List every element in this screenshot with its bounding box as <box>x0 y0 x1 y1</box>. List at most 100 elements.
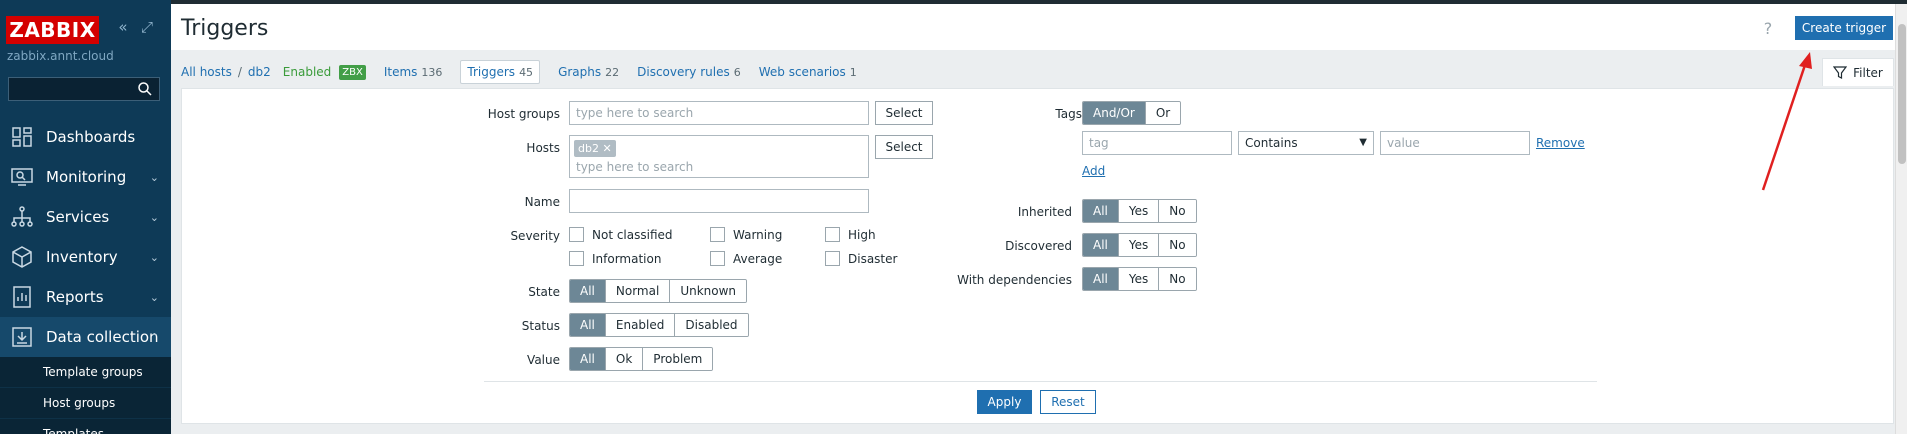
checkbox-label: Disaster <box>848 251 898 266</box>
tag-value-input[interactable] <box>1380 131 1530 155</box>
tab-label[interactable]: Triggers <box>467 65 515 79</box>
name-label: Name <box>524 195 560 209</box>
chevron-up-icon: ⌃ <box>149 331 159 344</box>
sidebar-search-input[interactable] <box>8 77 160 101</box>
host-chip-db2[interactable]: db2 ✕ <box>574 140 616 157</box>
tab-discovery-rules[interactable]: Discovery rules 6 <box>637 60 741 84</box>
status-all-option[interactable]: All <box>570 314 605 336</box>
checkbox-label: Information <box>592 251 662 266</box>
tags-and-or-option[interactable]: And/Or <box>1083 102 1145 124</box>
value-all-option[interactable]: All <box>570 348 605 370</box>
checkbox-box[interactable] <box>825 251 840 266</box>
status-segmented-control: All Enabled Disabled <box>569 313 749 337</box>
kiosk-mode-icon[interactable]: ⤢ <box>138 18 156 36</box>
severity-label: Severity <box>510 229 560 243</box>
hosts-search-placeholder[interactable]: type here to search <box>576 160 693 174</box>
submenu-item-host-groups[interactable]: Host groups <box>0 388 171 419</box>
collapse-sidebar-icon[interactable]: « <box>114 18 132 36</box>
help-icon[interactable]: ? <box>1759 20 1777 38</box>
with-dependencies-segmented-control: All Yes No <box>1082 267 1197 291</box>
discovered-no-option[interactable]: No <box>1158 234 1196 256</box>
page-scrollbar[interactable] <box>1895 4 1907 434</box>
inherited-no-option[interactable]: No <box>1158 200 1196 222</box>
severity-information-checkbox[interactable]: Information <box>569 251 661 266</box>
funnel-icon <box>1833 65 1848 79</box>
tab-label[interactable]: Discovery rules <box>637 65 730 79</box>
submenu-item-template-groups[interactable]: Template groups <box>0 357 171 388</box>
breadcrumb-all-hosts[interactable]: All hosts <box>181 65 232 79</box>
severity-disaster-checkbox[interactable]: Disaster <box>825 251 897 266</box>
with-dependencies-all-option[interactable]: All <box>1083 268 1118 290</box>
tab-count: 1 <box>849 65 857 79</box>
checkbox-box[interactable] <box>825 227 840 242</box>
with-dependencies-no-option[interactable]: No <box>1158 268 1196 290</box>
state-unknown-option[interactable]: Unknown <box>669 280 747 302</box>
host-groups-input[interactable] <box>569 101 869 125</box>
search-icon[interactable] <box>137 81 153 97</box>
hosts-multiselect[interactable]: db2 ✕ type here to search <box>569 135 869 178</box>
value-problem-option[interactable]: Problem <box>642 348 713 370</box>
monitoring-icon <box>11 168 33 186</box>
tags-or-option[interactable]: Or <box>1144 102 1181 124</box>
status-enabled-option[interactable]: Enabled <box>604 314 675 336</box>
chevron-down-icon: ⌄ <box>149 171 159 184</box>
zabbix-logo[interactable]: ZABBIX <box>6 16 99 44</box>
tab-label[interactable]: Items <box>384 65 418 79</box>
checkbox-box[interactable] <box>569 251 584 266</box>
chevron-down-icon: ⌄ <box>149 251 159 264</box>
tag-name-input[interactable] <box>1082 131 1232 155</box>
severity-average-checkbox[interactable]: Average <box>710 251 782 266</box>
tag-operator-select[interactable]: Contains ▼ <box>1238 131 1374 155</box>
tag-add-link[interactable]: Add <box>1082 164 1105 178</box>
value-ok-option[interactable]: Ok <box>604 348 643 370</box>
severity-warning-checkbox[interactable]: Warning <box>710 227 782 242</box>
tab-items[interactable]: Items 136 <box>384 60 443 84</box>
app-root: ZABBIX « ⤢ zabbix.annt.cloud Dashboards … <box>0 0 1907 434</box>
breadcrumb-host[interactable]: db2 <box>248 65 271 79</box>
scrollbar-thumb[interactable] <box>1898 24 1906 164</box>
nav-item-reports[interactable]: Reports ⌄ <box>0 277 171 317</box>
nav-item-dashboards[interactable]: Dashboards <box>0 117 171 157</box>
tab-triggers[interactable]: Triggers 45 <box>460 60 541 84</box>
status-label: Status <box>521 319 560 333</box>
tab-label[interactable]: Graphs <box>558 65 601 79</box>
tab-count: 6 <box>733 65 741 79</box>
with-dependencies-yes-option[interactable]: Yes <box>1117 268 1159 290</box>
checkbox-label: High <box>848 227 876 242</box>
reset-button[interactable]: Reset <box>1040 390 1096 414</box>
filter-divider <box>484 381 1597 382</box>
nav-item-inventory[interactable]: Inventory ⌄ <box>0 237 171 277</box>
nav-item-data-collection[interactable]: Data collection ⌃ <box>0 317 171 357</box>
discovered-all-option[interactable]: All <box>1083 234 1118 256</box>
tab-graphs[interactable]: Graphs 22 <box>558 60 619 84</box>
zbx-availability-badge: ZBX <box>339 64 366 80</box>
host-status-enabled[interactable]: Enabled <box>283 65 332 79</box>
nav-item-monitoring[interactable]: Monitoring ⌄ <box>0 157 171 197</box>
nav-label: Monitoring <box>46 168 127 186</box>
status-disabled-option[interactable]: Disabled <box>674 314 748 336</box>
inherited-all-option[interactable]: All <box>1083 200 1118 222</box>
discovered-yes-option[interactable]: Yes <box>1117 234 1159 256</box>
nav-item-services[interactable]: Services ⌄ <box>0 197 171 237</box>
tab-web-scenarios[interactable]: Web scenarios 1 <box>759 60 857 84</box>
name-input[interactable] <box>569 189 869 213</box>
chevron-down-icon: ⌄ <box>149 291 159 304</box>
apply-button[interactable]: Apply <box>977 390 1032 414</box>
checkbox-box[interactable] <box>569 227 584 242</box>
filter-tab-label: Filter <box>1853 65 1883 80</box>
hosts-select-button[interactable]: Select <box>875 135 933 159</box>
checkbox-box[interactable] <box>710 251 725 266</box>
state-normal-option[interactable]: Normal <box>604 280 670 302</box>
inherited-yes-option[interactable]: Yes <box>1117 200 1159 222</box>
submenu-item-templates[interactable]: Templates <box>0 419 171 434</box>
severity-high-checkbox[interactable]: High <box>825 227 876 242</box>
create-trigger-button[interactable]: Create trigger <box>1795 16 1893 40</box>
state-segmented-control: All Normal Unknown <box>569 279 748 303</box>
state-all-option[interactable]: All <box>570 280 605 302</box>
severity-not-classified-checkbox[interactable]: Not classified <box>569 227 673 242</box>
tag-remove-link[interactable]: Remove <box>1536 136 1585 150</box>
checkbox-box[interactable] <box>710 227 725 242</box>
tab-label[interactable]: Web scenarios <box>759 65 846 79</box>
filter-toggle-tab[interactable]: Filter <box>1822 58 1894 86</box>
discovered-segmented-control: All Yes No <box>1082 233 1197 257</box>
